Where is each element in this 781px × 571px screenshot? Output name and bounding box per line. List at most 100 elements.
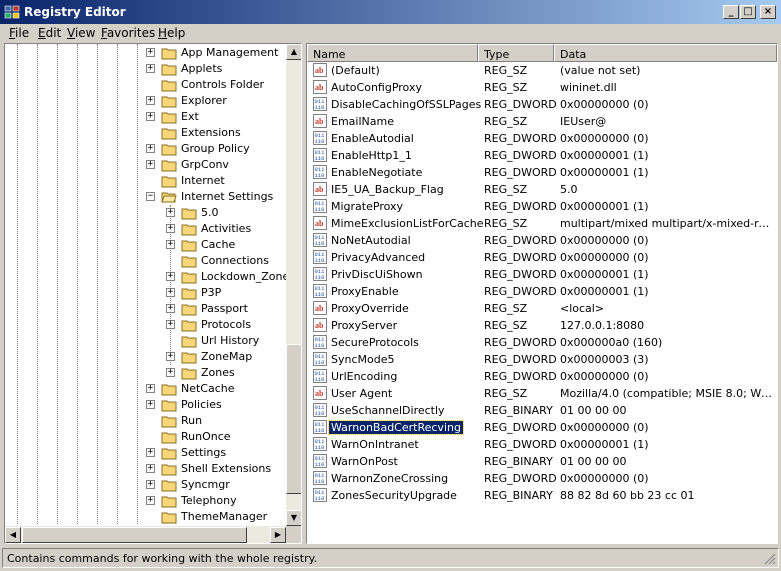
table-row[interactable]: ab (Default) REG_SZ (value not set) bbox=[307, 62, 777, 79]
table-row[interactable]: ab ProxyOverride REG_SZ <local> bbox=[307, 300, 777, 317]
expand-icon[interactable]: + bbox=[146, 96, 155, 105]
table-row[interactable]: 011 110 ZonesSecurityUpgrade REG_BINARY 88 8… bbox=[307, 487, 777, 504]
table-row[interactable]: ab EmailName REG_SZ IEUser@ bbox=[307, 113, 777, 130]
tree-item[interactable]: Controls Folder bbox=[5, 77, 285, 93]
expand-icon[interactable]: + bbox=[146, 448, 155, 457]
tree-item[interactable]: + Syncmgr bbox=[5, 477, 285, 493]
table-row[interactable]: 011 110 NoNetAutodial REG_DWORD 0x00000000 (… bbox=[307, 232, 777, 249]
tree-item[interactable]: + GrpConv bbox=[5, 157, 285, 173]
table-row[interactable]: 011 110 WarnonZoneCrossing REG_DWORD 0x00000… bbox=[307, 470, 777, 487]
tree-item[interactable]: +5.0 bbox=[5, 205, 285, 221]
expand-icon[interactable]: + bbox=[146, 480, 155, 489]
scroll-left-arrow-icon[interactable]: ◀ bbox=[5, 527, 21, 543]
table-row[interactable]: ab AutoConfigProxy REG_SZ wininet.dll bbox=[307, 79, 777, 96]
tree-item[interactable]: + Protocols bbox=[5, 317, 285, 333]
tree-item[interactable]: + Applets bbox=[5, 61, 285, 77]
menu-favorites[interactable]: Favorites bbox=[101, 26, 155, 40]
table-row[interactable]: 011 110 EnableNegotiate REG_DWORD 0x00000001… bbox=[307, 164, 777, 181]
table-row[interactable]: 011 110 WarnOnIntranet REG_DWORD 0x00000001 … bbox=[307, 436, 777, 453]
expand-icon[interactable]: + bbox=[166, 208, 175, 217]
minimize-button[interactable]: _ bbox=[723, 5, 739, 19]
table-row[interactable]: 011 110 PrivDiscUiShown REG_DWORD 0x00000001… bbox=[307, 266, 777, 283]
expand-icon[interactable]: + bbox=[146, 64, 155, 73]
tree-item[interactable]: + Cache bbox=[5, 237, 285, 253]
table-row[interactable]: ab ProxyServer REG_SZ 127.0.0.1:8080 bbox=[307, 317, 777, 334]
tree-item[interactable]: + Lockdown_Zones bbox=[5, 269, 295, 285]
tree-item[interactable]: + Settings bbox=[5, 445, 285, 461]
tree-item[interactable]: Run bbox=[5, 413, 285, 429]
expand-icon[interactable]: + bbox=[146, 160, 155, 169]
expand-icon[interactable]: + bbox=[146, 464, 155, 473]
title-bar[interactable]: Registry Editor _ □ × bbox=[0, 0, 781, 24]
table-row[interactable]: 011 110 PrivacyAdvanced REG_DWORD 0x00000000… bbox=[307, 249, 777, 266]
menu-file[interactable]: File bbox=[9, 26, 29, 40]
table-row[interactable]: 011 110 EnableHttp1_1 REG_DWORD 0x00000001 (… bbox=[307, 147, 777, 164]
tree-horizontal-scrollbar[interactable]: ◀ ▶ bbox=[5, 526, 286, 543]
tree-item[interactable]: RunOnce bbox=[5, 429, 285, 445]
tree-item[interactable]: Connections bbox=[5, 253, 285, 269]
collapse-icon[interactable]: − bbox=[146, 192, 155, 201]
column-header-type[interactable]: Type bbox=[478, 44, 554, 62]
tree-hscroll-thumb[interactable] bbox=[22, 527, 247, 543]
tree-item[interactable]: − Internet Settings bbox=[5, 189, 285, 205]
expand-icon[interactable]: + bbox=[166, 240, 175, 249]
close-button[interactable]: × bbox=[760, 5, 776, 19]
tree-item[interactable]: + NetCache bbox=[5, 381, 285, 397]
values-list-pane[interactable]: Name Type Data ab (Default) REG_SZ (value n… bbox=[306, 43, 778, 544]
tree-item[interactable]: + App Management bbox=[5, 45, 285, 61]
table-row[interactable]: 011 110 MigrateProxy REG_DWORD 0x00000001 (1… bbox=[307, 198, 777, 215]
table-row[interactable]: ab IE5_UA_Backup_Flag REG_SZ 5.0 bbox=[307, 181, 777, 198]
table-row[interactable]: 011 110 EnableAutodial REG_DWORD 0x00000000 … bbox=[307, 130, 777, 147]
tree-item[interactable]: Internet bbox=[5, 173, 285, 189]
menu-edit[interactable]: Edit bbox=[38, 26, 61, 40]
table-row[interactable]: 011 110 ProxyEnable REG_DWORD 0x00000001 (1) bbox=[307, 283, 777, 300]
resize-grip-icon[interactable] bbox=[764, 553, 776, 565]
expand-icon[interactable]: + bbox=[166, 352, 175, 361]
scroll-right-arrow-icon[interactable]: ▶ bbox=[270, 527, 286, 543]
expand-icon[interactable]: + bbox=[166, 304, 175, 313]
table-row[interactable]: 011 110 UseSchannelDirectly REG_BINARY 01 00… bbox=[307, 402, 777, 419]
expand-icon[interactable]: + bbox=[146, 384, 155, 393]
expand-icon[interactable]: + bbox=[146, 400, 155, 409]
table-row[interactable]: 011 110 WarnOnPost REG_BINARY 01 00 00 00 bbox=[307, 453, 777, 470]
menu-help[interactable]: Help bbox=[158, 26, 185, 40]
scroll-up-arrow-icon[interactable]: ▲ bbox=[286, 44, 301, 60]
tree-item[interactable]: ThemeManager bbox=[5, 509, 285, 525]
table-row[interactable]: 011 110 WarnonBadCertRecving REG_DWORD 0x000… bbox=[307, 419, 777, 436]
tree-item[interactable]: + Policies bbox=[5, 397, 285, 413]
tree-item[interactable]: + Zones bbox=[5, 365, 285, 381]
expand-icon[interactable]: + bbox=[146, 496, 155, 505]
expand-icon[interactable]: + bbox=[146, 144, 155, 153]
tree-item[interactable]: Url History bbox=[5, 333, 285, 349]
tree-item[interactable]: + Passport bbox=[5, 301, 285, 317]
tree-scroll-thumb[interactable] bbox=[286, 344, 301, 494]
tree-item[interactable]: + Shell Extensions bbox=[5, 461, 285, 477]
tree-item[interactable]: + Group Policy bbox=[5, 141, 285, 157]
tree-item[interactable]: + P3P bbox=[5, 285, 285, 301]
scroll-down-arrow-icon[interactable]: ▼ bbox=[286, 510, 301, 526]
tree-item[interactable]: + Telephony bbox=[5, 493, 285, 509]
table-row[interactable]: ab MimeExclusionListForCache REG_SZ multipa… bbox=[307, 215, 777, 232]
column-header-name[interactable]: Name bbox=[307, 44, 478, 62]
maximize-button[interactable]: □ bbox=[740, 5, 756, 19]
expand-icon[interactable]: + bbox=[166, 320, 175, 329]
expand-icon[interactable]: + bbox=[166, 224, 175, 233]
expand-icon[interactable]: + bbox=[166, 288, 175, 297]
menu-view[interactable]: View bbox=[67, 26, 95, 40]
tree-item[interactable]: + ZoneMap bbox=[5, 349, 285, 365]
tree-item[interactable]: + Activities bbox=[5, 221, 285, 237]
table-row[interactable]: ab User Agent REG_SZ Mozilla/4.0 (compatibl… bbox=[307, 385, 777, 402]
tree-vertical-scrollbar[interactable]: ▲ ▼ bbox=[286, 44, 301, 526]
tree-item[interactable]: + Ext bbox=[5, 109, 285, 125]
expand-icon[interactable]: + bbox=[166, 368, 175, 377]
tree-item[interactable]: + Explorer bbox=[5, 93, 285, 109]
table-row[interactable]: 011 110 UrlEncoding REG_DWORD 0x00000000 (0) bbox=[307, 368, 777, 385]
expand-icon[interactable]: + bbox=[166, 272, 175, 281]
column-header-data[interactable]: Data bbox=[554, 44, 777, 62]
table-row[interactable]: 011 110 SecureProtocols REG_DWORD 0x000000a0… bbox=[307, 334, 777, 351]
table-row[interactable]: 011 110 SyncMode5 REG_DWORD 0x00000003 (3) bbox=[307, 351, 777, 368]
table-row[interactable]: 011 110 DisableCachingOfSSLPages REG_DWORD 0… bbox=[307, 96, 777, 113]
expand-icon[interactable]: + bbox=[146, 48, 155, 57]
expand-icon[interactable]: + bbox=[146, 112, 155, 121]
key-tree-pane[interactable]: + App Management + Applets Controls Folder + E… bbox=[4, 43, 302, 544]
